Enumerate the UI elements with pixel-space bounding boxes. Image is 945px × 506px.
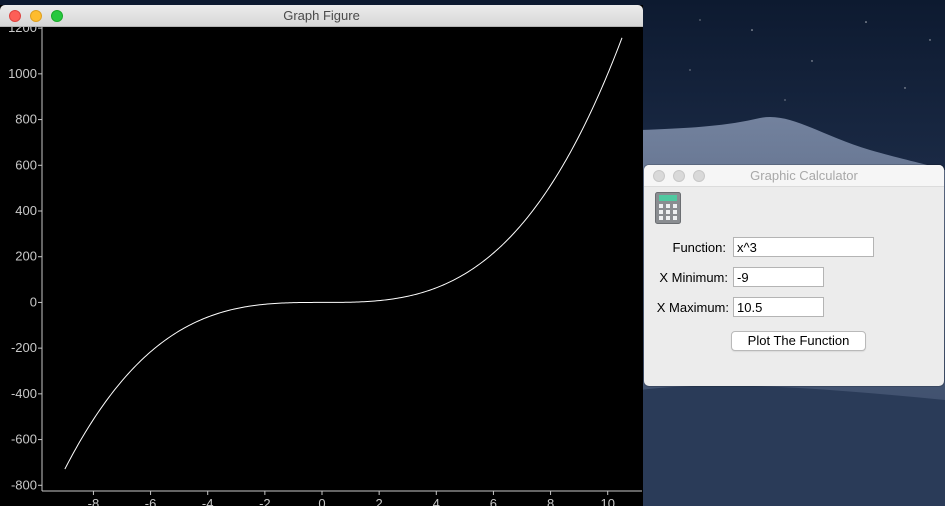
calculator-icon: [655, 192, 681, 224]
y-tick-label: 1000: [8, 66, 37, 81]
function-input[interactable]: [733, 237, 874, 257]
x-maximum-input[interactable]: [733, 297, 824, 317]
y-tick-label: -600: [11, 432, 37, 447]
graph-window-title: Graph Figure: [283, 8, 360, 23]
graph-window-titlebar[interactable]: Graph Figure: [0, 5, 643, 27]
y-tick-label: -400: [11, 386, 37, 401]
x-tick-label: -2: [259, 496, 271, 506]
calculator-window-titlebar[interactable]: Graphic Calculator: [644, 165, 944, 187]
x-tick-label: -6: [145, 496, 157, 506]
graph-figure-window: Graph Figure -800 -600 -400 -200 0 200 400 600 8…: [0, 5, 643, 506]
x-tick-label: 2: [376, 496, 383, 506]
x-tick-label: 6: [490, 496, 497, 506]
function-label: Function:: [672, 240, 726, 255]
graphic-calculator-window: Graphic Calculator Function: X Minimum: …: [644, 165, 944, 386]
x-tick-label: -8: [88, 496, 100, 506]
x-tick-label: 8: [547, 496, 554, 506]
function-plot: -800 -600 -400 -200 0 200 400 600 800 1000 1200 -8…: [0, 27, 643, 506]
x-minimum-input[interactable]: [733, 267, 824, 287]
x-tick-label: 0: [318, 496, 325, 506]
x-tick-label: -4: [202, 496, 214, 506]
x-tick-label: 4: [433, 496, 440, 506]
y-tick-label: 600: [15, 157, 37, 172]
x-minimum-label: X Minimum:: [659, 270, 728, 285]
y-tick-label: 800: [15, 112, 37, 127]
x-tick-label: 10: [600, 496, 614, 506]
y-tick-label: 1200: [8, 27, 37, 35]
x-maximum-label: X Maximum:: [656, 300, 729, 315]
y-tick-label: 400: [15, 203, 37, 218]
y-tick-label: 200: [15, 249, 37, 264]
y-tick-label: -800: [11, 477, 37, 492]
y-tick-label: 0: [30, 294, 37, 309]
plot-function-button[interactable]: Plot The Function: [731, 331, 866, 351]
y-tick-label: -200: [11, 340, 37, 355]
calculator-window-title: Graphic Calculator: [750, 168, 858, 183]
